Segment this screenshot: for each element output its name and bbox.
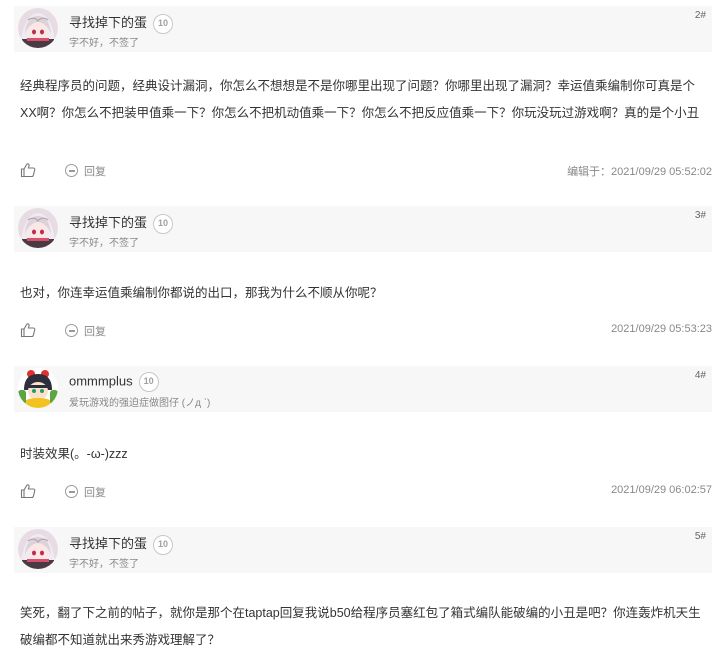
floor-number: 4#: [694, 370, 706, 381]
post-content: 经典程序员的问题，经典设计漏洞，你怎么不想想是不是你哪里出现了问题？你哪里出现了…: [20, 79, 700, 120]
floor-number: 2#: [694, 10, 706, 21]
level-badge-icon: 10: [153, 213, 174, 234]
reply-button[interactable]: 回复: [84, 484, 106, 500]
user-avatar[interactable]: [18, 8, 58, 48]
level-badge-icon: 10: [138, 372, 159, 392]
post-content: 也对，你连幸运值乘编制你都说的出口，那我为什么不顺从你呢？: [20, 286, 383, 300]
level-badge-icon: 10: [153, 534, 174, 555]
user-avatar[interactable]: [18, 208, 58, 248]
user-signature: 字不好，不签了: [69, 238, 139, 249]
reply-button[interactable]: 回复: [84, 323, 106, 339]
floor-number: 3#: [694, 210, 706, 221]
thumbs-up-icon[interactable]: [20, 483, 36, 499]
post-time: 2021/09/29 05:53:23: [611, 323, 712, 335]
post-header: 寻找掉下的蛋 10 字不好，不签了 2#: [14, 6, 712, 52]
username[interactable]: 寻找掉下的蛋 10: [69, 533, 174, 555]
username[interactable]: 寻找掉下的蛋 10: [69, 212, 174, 234]
post-header: ommmplus 10 爱玩游戏的强迫症做图仔 (ノд ˋ) 4#: [14, 366, 712, 412]
username[interactable]: 寻找掉下的蛋 10: [69, 12, 174, 34]
user-signature: 字不好，不签了: [69, 38, 139, 49]
post-header: 寻找掉下的蛋 10 字不好，不签了 5#: [14, 527, 712, 573]
level-badge-icon: 10: [153, 13, 174, 34]
thumbs-up-icon[interactable]: [20, 162, 36, 178]
username[interactable]: ommmplus 10: [69, 372, 159, 392]
post-time: 2021/09/29 06:02:57: [611, 484, 712, 496]
user-signature: 字不好，不签了: [69, 559, 139, 570]
user-signature: 爱玩游戏的强迫症做图仔 (ノд ˋ): [69, 398, 211, 409]
post-content: 时装效果(。-ω-)zzz: [20, 447, 128, 461]
floor-number: 5#: [694, 531, 706, 542]
post-header: 寻找掉下的蛋 10 字不好，不签了 3#: [14, 206, 712, 252]
reply-bubble-icon[interactable]: [65, 324, 78, 337]
post-actions: 回复 2021/09/29 06:02:57: [0, 483, 720, 503]
post-actions: 回复 2021/09/29 05:53:23: [0, 322, 720, 342]
reply-bubble-icon[interactable]: [65, 485, 78, 498]
post-time: 编辑于：2021/09/29 05:52:02: [567, 166, 712, 178]
post-actions: 回复 编辑于：2021/09/29 05:52:02: [0, 162, 720, 182]
thumbs-up-icon[interactable]: [20, 322, 36, 338]
reply-bubble-icon[interactable]: [65, 164, 78, 177]
user-avatar[interactable]: [18, 529, 58, 569]
user-avatar[interactable]: [18, 368, 58, 408]
reply-button[interactable]: 回复: [84, 163, 106, 179]
post-content: 笑死，翻了下之前的帖子，就你是那个在taptap回复我说b50给程序员塞红包了箱…: [20, 606, 701, 647]
